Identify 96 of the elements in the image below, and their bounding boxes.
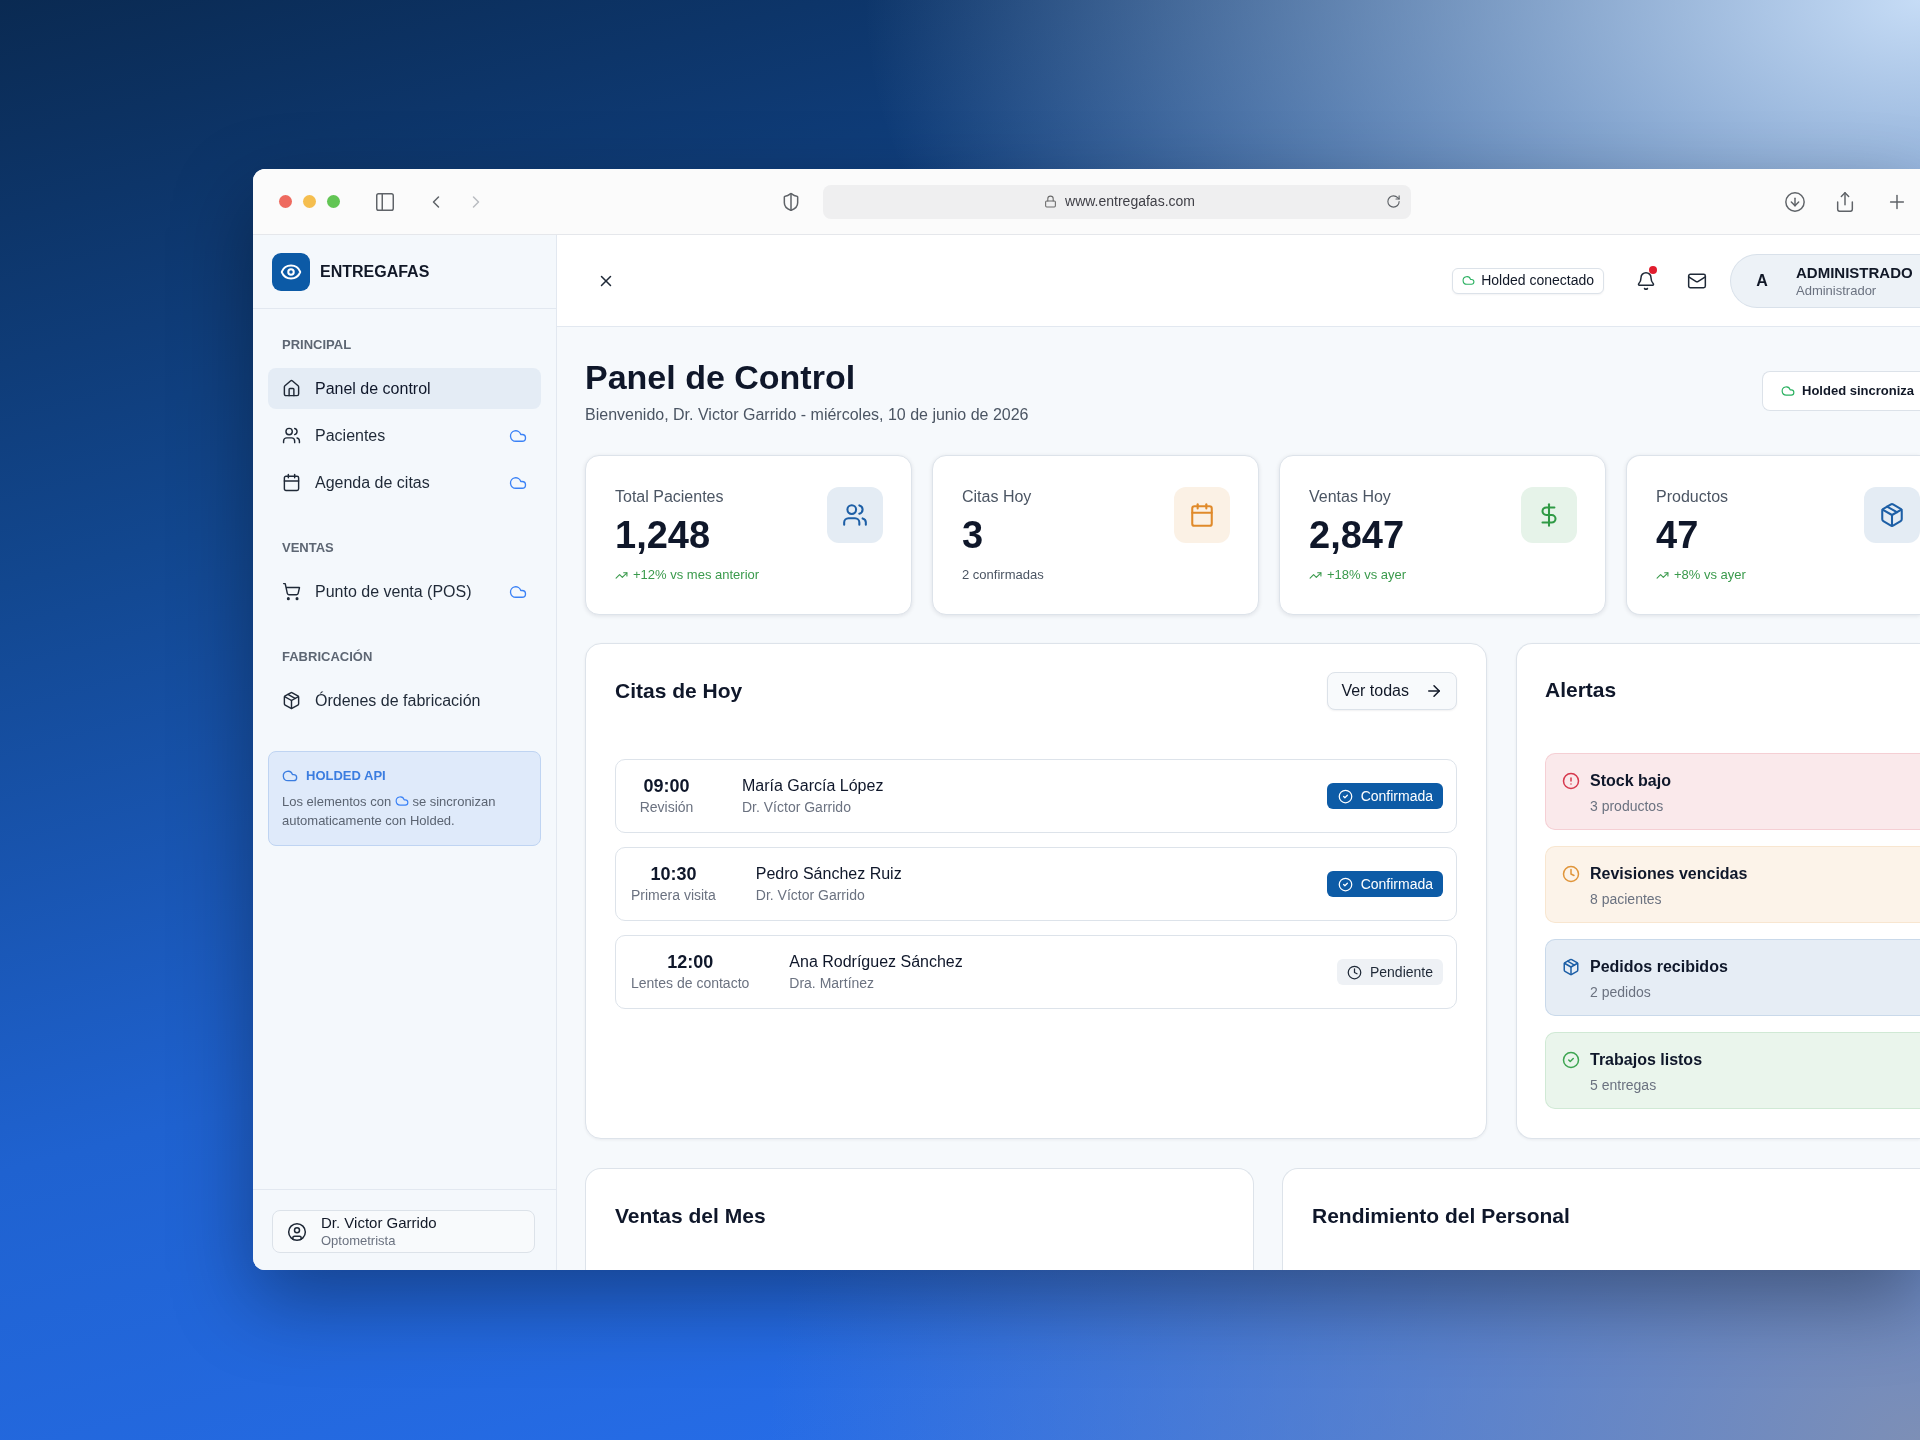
eye-logo-icon <box>272 252 310 291</box>
nav-item[interactable]: Pacientes <box>268 415 541 456</box>
arrow-right-icon <box>1425 682 1443 700</box>
alert-detail: 5 entregas <box>1590 1076 1658 1094</box>
cloud-icon <box>1462 274 1476 287</box>
alert-title: Stock bajo <box>1590 771 1671 791</box>
clock-icon <box>1346 964 1362 980</box>
house-icon <box>282 379 301 398</box>
appointment-row[interactable]: 12:00 Lentes de contacto Ana Rodríguez Sánchez Dra. Martínez Pendiente <box>615 935 1457 1009</box>
shield-icon[interactable] <box>781 191 801 212</box>
avatar-initial: A <box>1755 270 1769 291</box>
stat-label: Citas Hoy <box>962 487 1033 507</box>
patient-name: Ana Rodríguez Sánchez <box>789 952 963 972</box>
alert-title: Revisiones vencidas <box>1590 864 1748 884</box>
account-menu[interactable]: A ADMINISTRADO Administrador <box>1730 253 1920 308</box>
share-icon[interactable] <box>1834 190 1856 213</box>
stat-note: 2 confirmadas <box>962 566 1044 584</box>
status-label: Confirmada <box>1360 874 1433 894</box>
stat-note: +18% vs ayer <box>1327 566 1407 584</box>
alert-detail: 2 pedidos <box>1590 983 1652 1001</box>
nav-item[interactable]: Punto de venta (POS) <box>268 571 541 612</box>
reload-icon[interactable] <box>1386 194 1401 209</box>
status-label: Confirmada <box>1360 786 1433 806</box>
check-circle-icon <box>1337 788 1353 804</box>
section-heading: VENTAS <box>281 539 335 557</box>
appointment-row[interactable]: 10:30 Primera visita Pedro Sánchez Ruiz Dr. Víctor Garrido Confirmada <box>615 847 1457 921</box>
stat-value: 2,847 <box>1309 515 1406 555</box>
stat-note: +8% vs ayer <box>1674 566 1746 584</box>
cart-icon <box>282 582 301 601</box>
stat-value: 47 <box>1656 515 1700 555</box>
card-title: Alertas <box>1545 677 1618 703</box>
cloud-icon <box>282 768 298 784</box>
patient-name: Pedro Sánchez Ruiz <box>755 864 902 884</box>
appointment-row[interactable]: 09:00 Revisión María García López Dr. Víctor Garrido Confirmada <box>615 759 1457 833</box>
stat-label: Productos <box>1656 487 1730 507</box>
stat-value: 1,248 <box>615 515 712 555</box>
page-title: Panel de Control <box>585 357 857 397</box>
bell-icon[interactable] <box>1636 270 1656 291</box>
account-name: ADMINISTRADO <box>1796 262 1913 282</box>
dollar-sign-icon <box>1521 487 1577 543</box>
people-icon <box>282 426 301 445</box>
alert-item[interactable]: Stock bajo 3 productos <box>1545 753 1920 830</box>
address-field[interactable]: www.entregafas.com <box>823 184 1411 219</box>
status-label: Pendiente <box>1369 962 1433 982</box>
arrow-down-circle-icon[interactable] <box>1784 190 1806 213</box>
appointment-type: Lentes de contacto <box>631 974 750 993</box>
appointment-type: Primera visita <box>631 886 716 905</box>
sync-card-title: HOLDED API <box>306 767 386 785</box>
appointment-time: 09:00 <box>643 775 690 797</box>
stat-label: Total Pacientes <box>615 487 725 507</box>
view-all-button[interactable]: Ver todas <box>1327 672 1457 710</box>
nav-item[interactable]: Panel de control <box>268 368 541 409</box>
alert-item[interactable]: Pedidos recibidos 2 pedidos <box>1545 939 1920 1016</box>
doctor-name: Dr. Víctor Garrido <box>742 798 852 817</box>
connection-status-label: Holded conectado <box>1481 271 1594 290</box>
check-circle-icon <box>1337 876 1353 892</box>
alert-title: Pedidos recibidos <box>1590 957 1728 977</box>
section-heading: PRINCIPAL <box>281 336 353 354</box>
calendar-icon <box>282 473 301 492</box>
account-role: Administrador <box>1796 281 1878 299</box>
user-avatar-icon <box>287 1221 307 1242</box>
stat-note: +12% vs mes anterior <box>633 566 760 584</box>
alert-detail: 8 pacientes <box>1590 890 1663 908</box>
user-name: Dr. Victor Garrido <box>321 1214 437 1232</box>
sync-note: Los elementos con se sincronizan automaticamente con Holded. <box>282 793 497 830</box>
package-icon <box>282 691 301 710</box>
people-icon <box>827 487 883 543</box>
stat-label: Ventas Hoy <box>1309 487 1392 507</box>
alert-item[interactable]: Trabajos listos 5 entregas <box>1545 1032 1920 1109</box>
appointment-time: 12:00 <box>667 951 714 973</box>
cloud-icon <box>1781 384 1796 398</box>
nav-item[interactable]: Órdenes de fabricación <box>268 680 541 721</box>
doctor-name: Dra. Martínez <box>789 974 876 993</box>
alert-item[interactable]: Revisiones vencidas 8 pacientes <box>1545 846 1920 923</box>
card-title: Citas de Hoy <box>615 678 743 704</box>
section-heading: FABRICACIÓN <box>281 648 374 666</box>
stat-value: 3 <box>962 515 985 555</box>
patient-name: María García López <box>742 776 884 796</box>
page-subtitle: Bienvenido, Dr. Victor Garrido - miércoles, 10 de junio de 2026 <box>585 405 1029 425</box>
sidebar-panel-icon[interactable] <box>374 190 396 213</box>
brand-name: ENTREGAFAS <box>320 261 430 282</box>
sync-button[interactable]: Holded sincroniza <box>1762 371 1920 411</box>
window-close-button[interactable] <box>279 195 292 208</box>
card-title: Rendimiento del Personal <box>1312 1203 1571 1229</box>
user-card[interactable]: Dr. Victor Garrido Optometrista <box>272 1210 535 1253</box>
cloud-icon <box>394 794 409 808</box>
lock-icon <box>1044 195 1058 208</box>
user-role: Optometrista <box>321 1232 397 1249</box>
appointment-time: 10:30 <box>650 863 697 885</box>
alert-detail: 3 productos <box>1590 797 1665 815</box>
doctor-name: Dr. Víctor Garrido <box>755 886 866 905</box>
nav-item[interactable]: Agenda de citas <box>268 462 541 503</box>
appointment-type: Revisión <box>639 798 694 817</box>
card-title: Ventas del Mes <box>615 1203 767 1229</box>
calendar-icon <box>1174 487 1230 543</box>
alert-title: Trabajos listos <box>1590 1050 1703 1070</box>
